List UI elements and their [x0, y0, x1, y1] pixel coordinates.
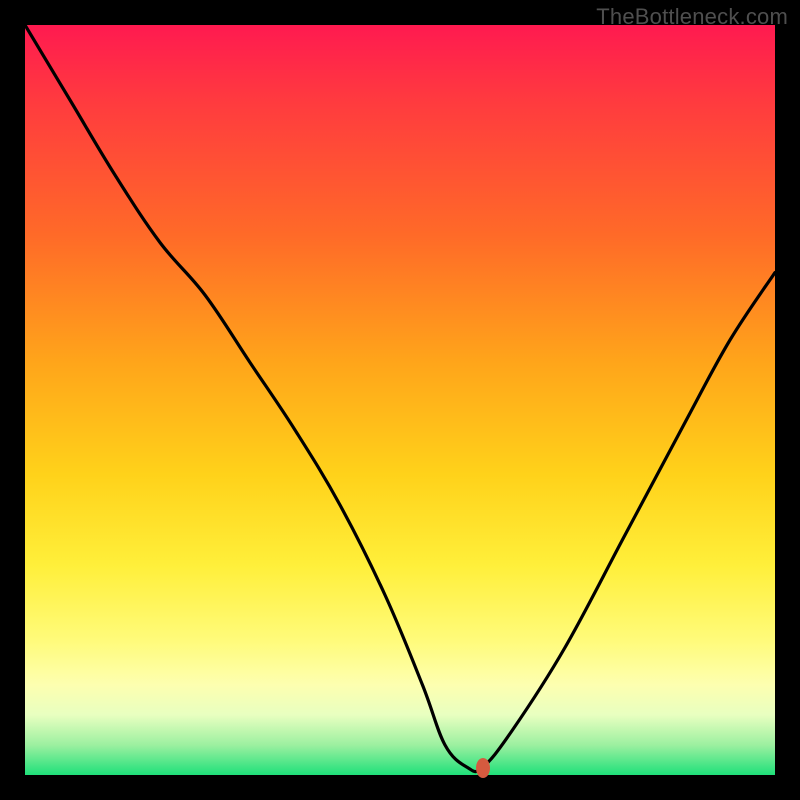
watermark-text: TheBottleneck.com: [596, 4, 788, 30]
minimum-marker: [476, 758, 490, 778]
bottleneck-curve: [25, 25, 775, 772]
plot-area: [25, 25, 775, 775]
curve-svg: [25, 25, 775, 775]
chart-frame: TheBottleneck.com: [0, 0, 800, 800]
